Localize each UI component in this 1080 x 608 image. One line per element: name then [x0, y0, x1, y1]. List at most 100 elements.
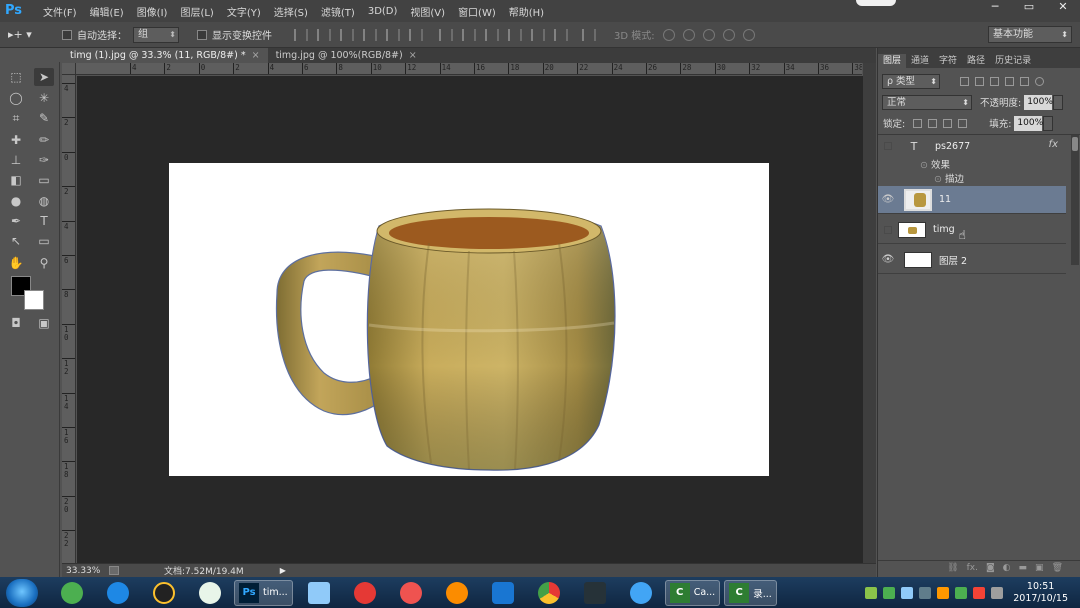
layer-11[interactable]: 👁 11 [878, 186, 1066, 214]
vertical-scrollbar[interactable] [863, 63, 876, 563]
align-top-icon[interactable] [294, 28, 308, 41]
app-tray-icon[interactable] [937, 586, 950, 599]
close-icon[interactable]: × [252, 50, 260, 61]
tab-layers[interactable]: 图层 [878, 54, 907, 68]
taskbar-app-u[interactable] [483, 580, 523, 606]
layer-kind-filter[interactable]: ρ 类型 [882, 73, 940, 89]
menu-layer[interactable]: 图层(L) [180, 4, 213, 19]
shape-tool-icon[interactable]: ▭ [34, 232, 54, 250]
clone-stamp-icon[interactable]: ⊥ [6, 151, 26, 169]
adjustment-filter-icon[interactable] [975, 76, 984, 86]
gradient-tool-icon[interactable]: ▭ [34, 171, 54, 189]
history-brush-icon[interactable]: ✑ [34, 151, 54, 169]
distribute-right-icon[interactable] [554, 28, 568, 41]
distribute-bottom-icon[interactable] [485, 28, 499, 41]
visibility-toggle[interactable] [884, 225, 892, 234]
menu-help[interactable]: 帮助(H) [509, 4, 544, 19]
close-icon[interactable]: × [409, 50, 417, 61]
taskbar-app-wechat[interactable] [190, 580, 230, 606]
taskbar-task-photoshop[interactable]: Ps tim... [234, 579, 293, 606]
fx-icon[interactable]: fx. [967, 563, 978, 573]
maximize-button[interactable]: ▭ [1012, 0, 1046, 16]
menu-select[interactable]: 选择(S) [274, 4, 308, 19]
3d-rotate-icon[interactable] [662, 28, 675, 41]
tab-timg[interactable]: timg.jpg @ 100%(RGB/8#) × [268, 48, 425, 63]
lock-all-icon[interactable] [958, 118, 968, 128]
move-tool-icon[interactable]: ➤ [34, 68, 54, 86]
security-tray-icon[interactable] [955, 586, 968, 599]
auto-select-checkbox[interactable]: 自动选择： [62, 27, 127, 42]
screen-mode-icon[interactable]: ▣ [34, 314, 54, 332]
tab-timg-1[interactable]: timg (1).jpg @ 33.3% (11, RGB/8#) * × [62, 48, 268, 63]
network-tray-icon[interactable] [883, 586, 896, 599]
distribute-left-icon[interactable] [508, 28, 522, 41]
blur-tool-icon[interactable]: ● [6, 192, 26, 210]
pixel-filter-icon[interactable] [960, 76, 969, 86]
background-color-swatch[interactable] [24, 290, 44, 310]
quick-mask-icon[interactable]: ◘ [6, 314, 26, 332]
menu-image[interactable]: 图像(I) [137, 4, 168, 19]
lasso-tool-icon[interactable]: ◯ [6, 89, 26, 107]
taskbar-app-r[interactable] [299, 580, 339, 606]
path-select-icon[interactable]: ↖ [6, 232, 26, 250]
zoom-tool-icon[interactable]: ⚲ [34, 254, 54, 272]
menu-window[interactable]: 窗口(W) [458, 4, 496, 19]
distribute-top-icon[interactable] [439, 28, 453, 41]
layer-timg[interactable]: timg ☝ [878, 216, 1066, 244]
clock[interactable]: 10:51 2017/10/15 [1013, 581, 1068, 605]
adjustment-layer-icon[interactable]: ◐ [1003, 563, 1011, 573]
align-hcenter-icon[interactable] [386, 28, 400, 41]
add-mask-icon[interactable]: ◙ [986, 563, 995, 573]
menu-file[interactable]: 文件(F) [43, 4, 77, 19]
menu-filter[interactable]: 滤镜(T) [321, 4, 355, 19]
blend-mode-dropdown[interactable]: 正常 [882, 94, 972, 110]
eyedropper-icon[interactable]: ✎ [34, 109, 54, 127]
menu-edit[interactable]: 编辑(E) [90, 4, 124, 19]
type-tool-icon[interactable]: T [34, 212, 54, 230]
auto-align-icon[interactable] [582, 28, 596, 41]
taskbar-app-baidu[interactable] [621, 580, 661, 606]
export-icon[interactable] [109, 566, 119, 575]
taskbar-task-camtasia[interactable]: C Ca... [664, 579, 721, 606]
tab-history[interactable]: 历史记录 [990, 54, 1036, 68]
new-group-icon[interactable]: ▬ [1019, 563, 1028, 573]
layer-2[interactable]: 👁 图层 2 [878, 246, 1066, 274]
show-transform-checkbox[interactable]: 显示变换控件 [197, 27, 272, 42]
fill-slider-button[interactable] [1043, 115, 1054, 131]
layer-scroll-thumb[interactable] [1072, 137, 1078, 151]
align-right-icon[interactable] [409, 28, 423, 41]
workspace-dropdown[interactable]: 基本功能 [988, 26, 1072, 43]
align-vcenter-icon[interactable] [317, 28, 331, 41]
lock-position-icon[interactable] [943, 118, 953, 128]
status-menu-arrow[interactable]: ▶ [280, 566, 286, 575]
healing-brush-icon[interactable]: ✚ [6, 131, 26, 149]
eye-icon[interactable]: 👁 [878, 194, 898, 205]
link-layers-icon[interactable]: ⛓ [947, 563, 958, 573]
3d-roll-icon[interactable] [682, 28, 695, 41]
tab-character[interactable]: 字符 [934, 54, 962, 68]
volume-tray-icon[interactable] [991, 586, 1004, 599]
auto-select-dropdown[interactable]: 组 [133, 26, 179, 43]
dodge-tool-icon[interactable]: ◍ [34, 192, 54, 210]
3d-scale-icon[interactable] [742, 28, 755, 41]
menu-type[interactable]: 文字(Y) [227, 4, 261, 19]
new-layer-icon[interactable]: ▣ [1035, 563, 1044, 573]
settings-tray-icon[interactable] [919, 586, 932, 599]
align-left-icon[interactable] [363, 28, 377, 41]
type-filter-icon[interactable] [990, 76, 999, 86]
taskbar-app-ball[interactable] [391, 580, 431, 606]
distribute-vcenter-icon[interactable] [462, 28, 476, 41]
layer-scrollbar[interactable] [1071, 135, 1079, 265]
crop-tool-icon[interactable]: ⌗ [6, 109, 26, 127]
zoom-level[interactable]: 33.33% [62, 566, 107, 576]
taskbar-app-chrome[interactable] [529, 580, 569, 606]
fill-input[interactable]: 100% [1014, 115, 1043, 131]
taskbar-app-qq[interactable] [144, 580, 184, 606]
wechat-tray-icon[interactable] [865, 586, 878, 599]
fx-icon[interactable]: fx [1049, 139, 1058, 150]
canvas-area[interactable] [77, 76, 863, 563]
filter-toggle-icon[interactable] [1035, 76, 1044, 86]
shape-filter-icon[interactable] [1005, 76, 1014, 86]
opacity-input[interactable]: 100% [1024, 94, 1053, 110]
lock-transparent-icon[interactable] [913, 118, 923, 128]
